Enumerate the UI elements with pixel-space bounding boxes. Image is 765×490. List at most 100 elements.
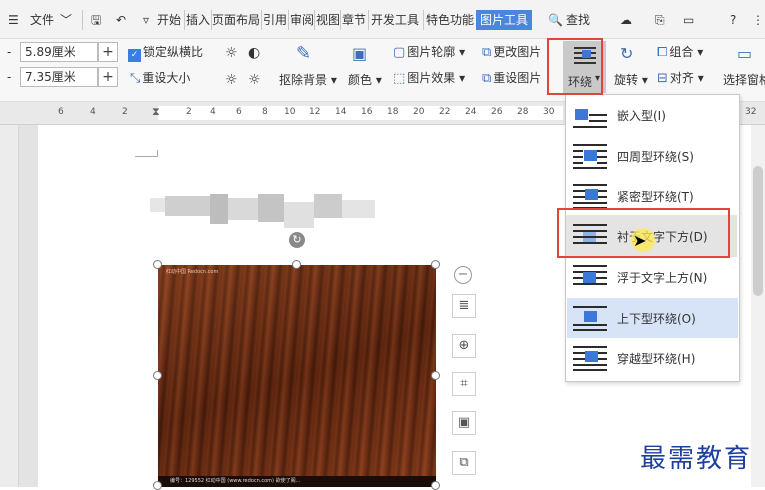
- reset-picture-label: 重设图片: [493, 71, 542, 85]
- height-minus-icon[interactable]: -: [7, 43, 11, 61]
- wrap-option-inline[interactable]: 嵌入型(I): [567, 95, 738, 135]
- change-image-icon[interactable]: ⧉: [452, 451, 476, 475]
- height-input[interactable]: 5.89厘米: [20, 42, 98, 62]
- ruler-tick: 22: [439, 107, 451, 117]
- rotate-icon[interactable]: ↻: [620, 45, 633, 63]
- resize-handle-left[interactable]: [153, 371, 162, 380]
- align-button[interactable]: ⊟ 对齐 ▾: [657, 69, 704, 87]
- brightness-down-icon[interactable]: ☼: [225, 71, 238, 89]
- tab-chapter[interactable]: 章节: [342, 11, 366, 29]
- wrap-option-in-front-of-text[interactable]: 浮于文字上方(N): [567, 257, 738, 297]
- color-label: 颜色: [348, 73, 373, 87]
- search-button[interactable]: 查找: [566, 11, 590, 29]
- color-icon[interactable]: ▣: [352, 45, 367, 63]
- reset-size-label: 重设大小: [142, 71, 191, 85]
- scrollbar-thumb[interactable]: [753, 166, 763, 296]
- share-icon[interactable]: ⎘: [655, 11, 665, 29]
- ruler-tick: 12: [309, 107, 321, 117]
- lock-ratio-checkbox[interactable]: ✓ 锁定纵横比: [128, 43, 203, 62]
- wrap-option-square[interactable]: 四周型环绕(S): [567, 136, 738, 176]
- remove-bg-icon[interactable]: ✎: [296, 45, 311, 63]
- image-header-text: 红动中国 Redocn.com: [166, 269, 219, 275]
- resize-handle-top[interactable]: [292, 260, 301, 269]
- width-input[interactable]: 7.35厘米: [20, 67, 98, 87]
- layout-options-icon[interactable]: ≣: [452, 294, 476, 318]
- tab-review[interactable]: 审阅: [290, 11, 314, 29]
- tab-developer[interactable]: 开发工具: [371, 11, 419, 29]
- contrast-down-icon[interactable]: ☼: [248, 71, 261, 89]
- selection-pane-button[interactable]: 选择窗格: [723, 71, 765, 89]
- rotate-label: 旋转: [614, 73, 639, 87]
- resize-handle-top-left[interactable]: [153, 260, 162, 269]
- width-plus-button[interactable]: +: [98, 67, 118, 87]
- frame-icon[interactable]: ▣: [452, 411, 476, 435]
- vertical-ruler[interactable]: [0, 125, 19, 487]
- rotate-handle-icon[interactable]: ↻: [289, 232, 305, 248]
- ruler-tick: 4: [90, 107, 96, 117]
- resize-handle-top-right[interactable]: [431, 260, 440, 269]
- ruler-tick: 14: [335, 107, 347, 117]
- tab-insert[interactable]: 插入: [186, 11, 210, 29]
- tab-picture-tools[interactable]: 图片工具: [476, 10, 533, 30]
- tab-references[interactable]: 引用: [263, 11, 287, 29]
- more-icon[interactable]: ⋮: [752, 11, 764, 29]
- brightness-up-icon[interactable]: ☼: [225, 44, 238, 62]
- ruler-tick: 6: [236, 107, 242, 117]
- tab-view[interactable]: 视图: [316, 11, 340, 29]
- tab-home[interactable]: 开始: [157, 11, 181, 29]
- reset-size-button[interactable]: ⤡ 重设大小: [130, 69, 190, 87]
- search-icon[interactable]: 🔍: [548, 11, 563, 29]
- selection-pane-icon[interactable]: ▭: [737, 45, 752, 63]
- change-picture-button[interactable]: ⧉ 更改图片: [482, 43, 541, 61]
- margin-corner-mark: [135, 150, 158, 157]
- wrap-option-top-bottom[interactable]: 上下型环绕(O): [567, 298, 738, 338]
- image-footer-text: 编号：129552 红动中国 (www.redocn.com) 欲使了阁...: [158, 476, 436, 487]
- separator: [184, 10, 185, 30]
- help-icon[interactable]: ?: [730, 11, 736, 29]
- separator: [261, 10, 262, 30]
- hamburger-icon[interactable]: ☰: [8, 11, 19, 29]
- color-button[interactable]: 颜色 ▾: [348, 71, 382, 89]
- cloud-icon[interactable]: ☁: [620, 11, 632, 29]
- wrap-option-label: 浮于文字上方(N): [617, 271, 708, 285]
- rotate-button[interactable]: 旋转 ▾: [614, 71, 648, 89]
- separator: [423, 10, 424, 30]
- collapse-icon[interactable]: −: [454, 266, 472, 284]
- ruler-tick: 2: [122, 107, 128, 117]
- more-chevron-icon[interactable]: ▿: [143, 11, 149, 29]
- image-shade: [158, 265, 436, 487]
- picture-outline-button[interactable]: ▢ 图片轮廓 ▾: [393, 43, 465, 61]
- separator: [340, 10, 341, 30]
- outline-icon: ▢: [393, 45, 406, 60]
- ruler-tick: 32: [745, 107, 757, 117]
- picture-effects-button[interactable]: ⬚ 图片效果 ▾: [393, 69, 465, 87]
- ruler-tick: 4: [210, 107, 216, 117]
- wrap-option-through[interactable]: 穿越型环绕(H): [567, 338, 738, 378]
- file-menu[interactable]: 文件: [30, 11, 54, 29]
- undo-icon[interactable]: ↶: [116, 11, 126, 29]
- reset-picture-button[interactable]: ⧉ 重设图片: [482, 69, 541, 87]
- height-plus-button[interactable]: +: [98, 42, 118, 62]
- group-icon: ⧠: [657, 45, 668, 60]
- chevron-down-icon[interactable]: ﹀: [60, 11, 72, 29]
- resize-handle-bottom-right[interactable]: [431, 481, 440, 490]
- window-icon[interactable]: ▭: [683, 11, 694, 29]
- watermark-text: 最需教育: [640, 444, 753, 474]
- outline-label: 图片轮廓: [407, 45, 456, 59]
- resize-handle-right[interactable]: [431, 371, 440, 380]
- contrast-up-icon[interactable]: ◐: [248, 44, 260, 62]
- save-icon[interactable]: 🖫: [91, 11, 101, 29]
- remove-bg-button[interactable]: 抠除背景 ▾: [279, 71, 337, 89]
- effects-icon: ⬚: [393, 71, 406, 86]
- tab-page-layout[interactable]: 页面布局: [212, 11, 260, 29]
- ruler-tick: 18: [387, 107, 399, 117]
- tab-special[interactable]: 特色功能: [426, 11, 474, 29]
- group-button[interactable]: ⧠ 组合 ▾: [657, 43, 703, 61]
- ruler-tick: 30: [543, 107, 555, 117]
- through-wrap-icon: [573, 346, 607, 371]
- width-minus-icon[interactable]: -: [7, 68, 11, 86]
- zoom-in-icon[interactable]: ⊕: [452, 334, 476, 358]
- crop-icon[interactable]: ⌗: [452, 372, 476, 396]
- resize-handle-bottom-left[interactable]: [153, 481, 162, 490]
- indent-marker-icon[interactable]: ⧗: [152, 105, 160, 119]
